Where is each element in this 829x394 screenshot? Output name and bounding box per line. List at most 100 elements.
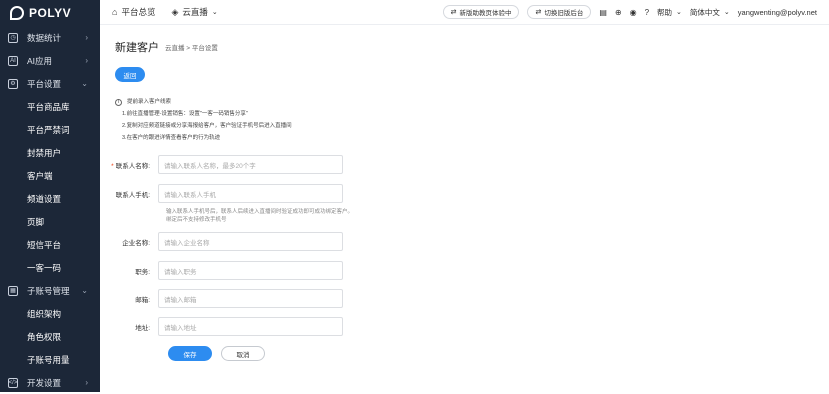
user-account[interactable]: yangwenting@polyv.net [738,8,817,17]
gear-icon: ⚙ [8,78,18,89]
main-content: 新建客户 云直播 > 平台设置 返回 i 提前录入客户线索 1.前往直播管理-设… [100,26,829,392]
breadcrumb: 云直播 > 平台设置 [165,45,218,52]
sidebar-item[interactable]: 一客一码 [0,256,100,279]
sidebar-item[interactable]: </> 开发设置 › [0,371,100,394]
back-button[interactable]: 返回 [115,67,145,82]
message-icon[interactable]: ▤ [599,8,607,17]
info-icon: i [115,98,122,106]
sidebar-item-label: 角色权限 [27,331,62,342]
sidebar-item[interactable]: AI AI应用 › [0,49,100,72]
address-input[interactable]: 请输入地址 [158,317,343,336]
form-row-address: 地址: 请输入地址 [100,317,343,336]
page-title: 新建客户 [115,42,159,54]
sidebar-item[interactable]: 组织架构 [0,302,100,325]
sidebar-item-label: 页脚 [27,216,45,227]
sidebar-item[interactable]: ⚙ 平台设置 ⌄ [0,72,100,95]
switch-old-button[interactable]: ⇄ 切换旧版后台 [527,5,592,19]
email-label: 邮箱: [135,296,150,304]
home-icon: ⌂ [112,7,118,17]
sidebar-item[interactable]: ◷ 数据统计 › [0,26,100,49]
company-input[interactable]: 请输入企业名称 [158,232,343,251]
sidebar-item[interactable]: 频道设置 [0,187,100,210]
chevron-right-icon: › [85,56,88,65]
sidebar-item[interactable]: 子账号用量 [0,348,100,371]
form-row-contact-phone: 联系人手机: 请输入联系人手机 [100,184,343,203]
sidebar-item-label: 数据统计 [27,32,62,43]
sidebar-item[interactable]: 平台商品库 [0,95,100,118]
top-bar: ⌂ 平台总览 ◈ 云直播 ⌄ ⇄ 新版助教页体验中 ⇄ 切换旧版后台 ▤ ⊕ ◉… [100,0,829,25]
sidebar-item-label: 子账号用量 [27,354,70,365]
new-version-button[interactable]: ⇄ 新版助教页体验中 [442,5,520,19]
sidebar-item-label: 子账号管理 [27,285,70,296]
contact-name-input[interactable]: 请输入联系人名称，最多20个字 [158,155,343,174]
form-row-contact-name: * 联系人名称: 请输入联系人名称，最多20个字 [100,155,343,174]
sidebar-item-label: 平台严禁词 [27,124,70,135]
company-label: 企业名称: [122,239,150,247]
account-icon: ▦ [8,285,18,296]
new-version-label: 新版助教页体验中 [459,10,512,17]
nav-home[interactable]: ⌂ 平台总览 [112,6,155,18]
chevron-down-icon: ⌄ [676,9,682,16]
phone-hint: 输入联系人手机号后，联系人后续进入直播间时验证成功即可成功绑定客户。绑定后不支持… [166,209,354,223]
cancel-button[interactable]: 取消 [221,346,265,361]
nav-home-label: 平台总览 [121,7,156,17]
save-button[interactable]: 保存 [168,346,212,361]
code-icon: </> [8,377,18,388]
sidebar: POLYV ◷ 数据统计 › AI AI应用 › ⚙ 平台设置 ⌄ 平台商品库平台严禁词封禁用户客… [0,0,100,392]
bell-icon[interactable]: ◉ [630,8,637,17]
product-switcher[interactable]: ◈ 云直播 ⌄ [171,6,217,18]
tips-line: 2.复制对应频道链接或分享海报给客户，客户验证手机号后进入直播间 [122,123,292,129]
sidebar-item-label: AI应用 [27,55,53,66]
sidebar-item-label: 平台设置 [27,78,62,89]
sidebar-item[interactable]: 短信平台 [0,233,100,256]
chevron-down-icon: ⌄ [723,9,730,16]
cube-icon: ◈ [171,6,179,17]
tips-box: i 提前录入客户线索 1.前往直播管理-设置销售：设置"一客一码销售分享" 2.… [115,96,292,144]
brand-name: POLYV [29,6,72,20]
position-input[interactable]: 请输入职务 [158,261,343,280]
position-label: 职务: [135,268,150,276]
sidebar-item-label: 封禁用户 [27,147,62,158]
address-label: 地址: [135,324,150,332]
required-mark: * [111,162,114,170]
sidebar-item-label: 客户端 [27,170,53,181]
contact-name-label: 联系人名称: [115,162,150,170]
switch-old-label: 切换旧版后台 [544,10,584,17]
brand-logo[interactable]: POLYV [0,0,100,26]
contact-phone-label: 联系人手机: [115,191,150,199]
sidebar-item-label: 组织架构 [27,308,62,319]
sidebar-item-label: 短信平台 [27,239,62,250]
sidebar-item-label: 开发设置 [27,377,62,388]
sidebar-item[interactable]: 角色权限 [0,325,100,348]
chevron-down-icon: ⌄ [81,286,88,295]
sidebar-item-label: 频道设置 [27,193,62,204]
download-icon[interactable]: ⊕ [615,8,622,17]
help-link[interactable]: 帮助 [657,7,672,18]
tips-title: 提前录入客户线索 [127,99,172,105]
sidebar-item-label: 平台商品库 [27,101,70,112]
tips-line: 1.前往直播管理-设置销售：设置"一客一码销售分享" [122,111,248,117]
email-input[interactable]: 请输入邮箱 [158,289,343,308]
tips-line: 3.在客户的跟进详情查看客户的行为轨迹 [122,135,221,141]
chevron-down-icon: ⌄ [211,9,218,16]
language-switch[interactable]: 简体中文 [690,7,720,18]
form-row-company: 企业名称: 请输入企业名称 [100,232,343,251]
form-row-email: 邮箱: 请输入邮箱 [100,289,343,308]
sidebar-item[interactable]: 页脚 [0,210,100,233]
chevron-right-icon: › [85,33,88,42]
sidebar-nav: ◷ 数据统计 › AI AI应用 › ⚙ 平台设置 ⌄ 平台商品库平台严禁词封禁用户客户端频道设置… [0,26,100,394]
form-row-position: 职务: 请输入职务 [100,261,343,280]
sidebar-item[interactable]: ▦ 子账号管理 ⌄ [0,279,100,302]
chevron-down-icon: ⌄ [81,79,88,88]
sidebar-item[interactable]: 平台严禁词 [0,118,100,141]
polyv-logo-icon [10,6,24,20]
swap-icon: ⇄ [535,9,542,16]
sidebar-item-label: 一客一码 [27,262,62,273]
sidebar-item[interactable]: 封禁用户 [0,141,100,164]
swap-icon: ⇄ [450,9,457,16]
sidebar-item[interactable]: 客户端 [0,164,100,187]
chart-icon: ◷ [8,32,18,43]
question-icon[interactable]: ? [645,8,649,17]
ai-icon: AI [8,55,18,66]
contact-phone-input[interactable]: 请输入联系人手机 [158,184,343,203]
